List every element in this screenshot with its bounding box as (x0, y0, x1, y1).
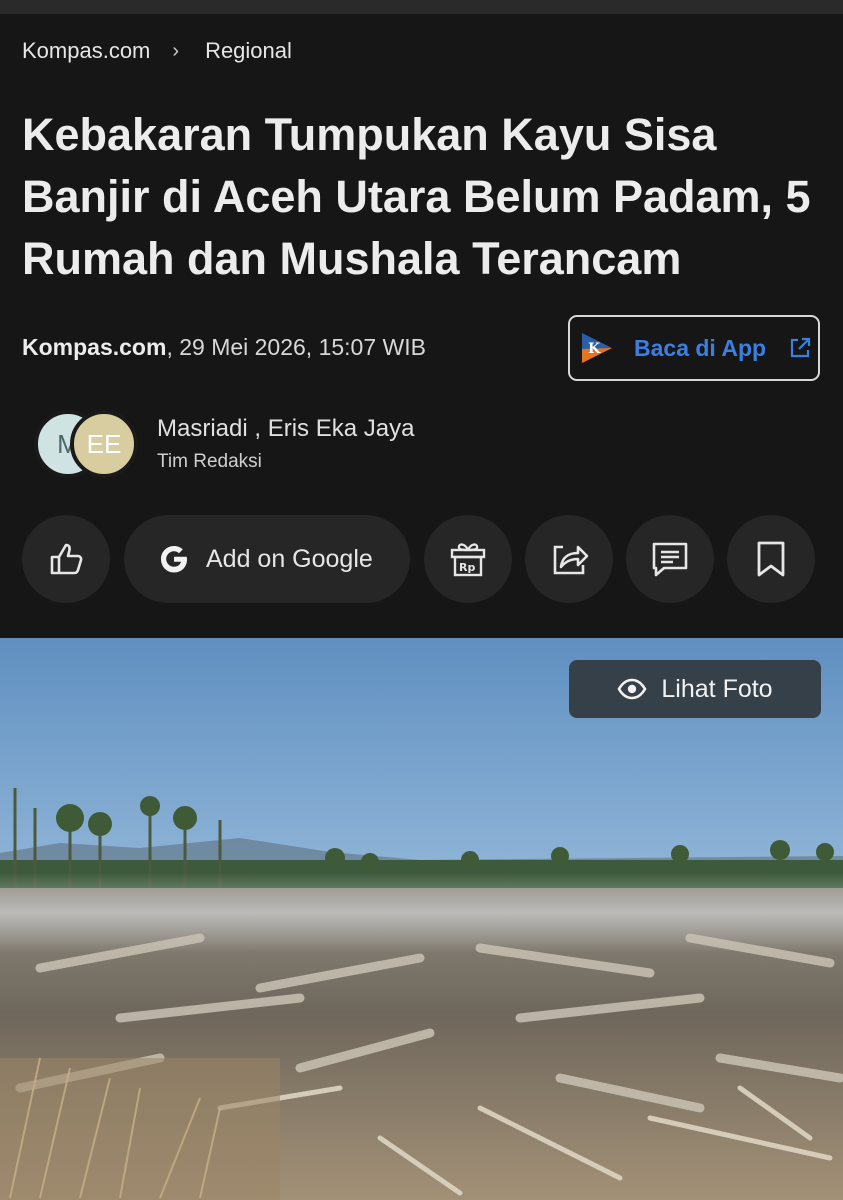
read-in-app-label: Baca di App (634, 334, 767, 361)
add-on-google-label: Add on Google (206, 544, 373, 573)
read-in-app-button[interactable]: K Baca di App (568, 315, 820, 381)
comment-button[interactable] (626, 515, 714, 603)
view-photo-label: Lihat Foto (661, 674, 773, 703)
like-button[interactable] (22, 515, 110, 603)
thumbs-up-icon (50, 543, 83, 575)
add-on-google-button[interactable]: Add on Google (124, 515, 410, 603)
app-icon-letter: K (588, 341, 601, 357)
kompas-app-icon: K (582, 333, 612, 363)
view-photo-button[interactable]: Lihat Foto (569, 660, 821, 718)
status-bar (0, 0, 843, 14)
article-meta: Kompas.com, 29 Mei 2026, 15:07 WIB (22, 334, 426, 361)
google-icon (161, 546, 187, 573)
article-title: Kebakaran Tumpukan Kayu Sisa Banjir di A… (22, 109, 811, 284)
comment-icon (652, 542, 688, 577)
article-hero-photo[interactable] (0, 638, 843, 1200)
breadcrumb-section-link[interactable]: Regional (205, 38, 292, 64)
share-button[interactable] (525, 515, 613, 603)
breadcrumb-site-link[interactable]: Kompas.com (22, 38, 150, 64)
eye-icon (617, 678, 647, 700)
bookmark-icon (757, 541, 785, 577)
author-avatars: M EE (34, 410, 144, 478)
svg-text:Rp: Rp (459, 561, 475, 574)
bookmark-button[interactable] (727, 515, 815, 603)
share-icon (553, 545, 589, 575)
breadcrumb: Kompas.com › Regional (22, 38, 292, 64)
avatar: EE (70, 410, 138, 478)
chevron-right-icon: › (172, 39, 180, 62)
external-link-icon (790, 337, 811, 358)
gift-rupiah-button[interactable]: Rp (424, 515, 512, 603)
burning-debris-field-image (0, 638, 843, 1200)
author-team: Tim Redaksi (157, 451, 262, 472)
article-source: Kompas.com (22, 334, 167, 360)
article-date: , 29 Mei 2026, 15:07 WIB (166, 334, 426, 360)
action-bar: Add on Google Rp (0, 515, 843, 605)
author-names[interactable]: Masriadi , Eris Eka Jaya (157, 415, 414, 443)
gift-icon: Rp (450, 543, 486, 577)
